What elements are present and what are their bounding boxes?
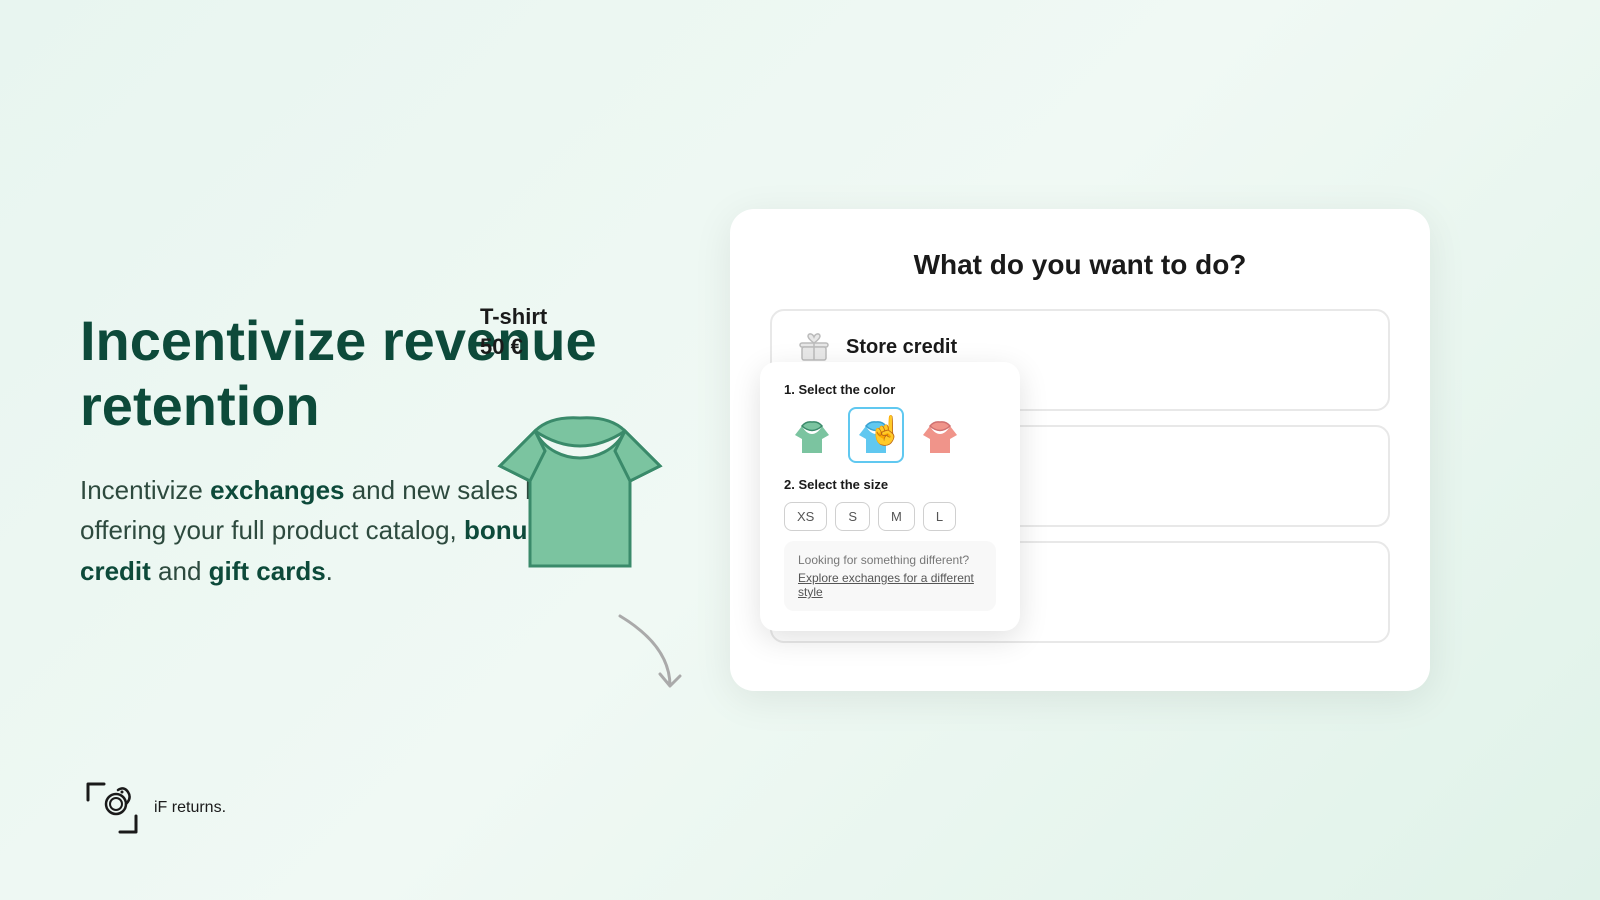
sub-bold-gift: gift cards bbox=[209, 556, 326, 586]
size-xs[interactable]: XS bbox=[784, 502, 827, 531]
size-options: XS S M L bbox=[784, 502, 996, 531]
step2-label: 2. Select the size bbox=[784, 477, 996, 492]
size-m[interactable]: M bbox=[878, 502, 915, 531]
logo: iF returns. bbox=[80, 776, 226, 840]
card-title: What do you want to do? bbox=[770, 249, 1390, 281]
color-option-pink[interactable] bbox=[912, 407, 968, 463]
size-s[interactable]: S bbox=[835, 502, 870, 531]
sub-text-and2: and bbox=[151, 556, 209, 586]
product-price: 50 € bbox=[480, 334, 680, 360]
gift-icon bbox=[796, 329, 832, 365]
logo-text: iF returns. bbox=[154, 799, 226, 817]
right-panel: T-shirt 50 € W bbox=[640, 209, 1520, 691]
cursor-hand-icon: ☝️ bbox=[868, 414, 903, 447]
store-credit-label: Store credit bbox=[846, 336, 957, 359]
sub-text-intro: Incentivize bbox=[80, 475, 210, 505]
size-l[interactable]: L bbox=[923, 502, 956, 531]
color-option-green[interactable] bbox=[784, 407, 840, 463]
color-picker-card: 1. Select the color bbox=[760, 362, 1020, 631]
looking-box: Looking for something different? Explore… bbox=[784, 541, 996, 611]
step1-label: 1. Select the color bbox=[784, 382, 996, 397]
tshirt-image bbox=[480, 376, 680, 596]
sub-bold-exchanges: exchanges bbox=[210, 475, 344, 505]
looking-link[interactable]: Explore exchanges for a different style bbox=[798, 571, 982, 599]
store-credit-header: Store credit bbox=[796, 329, 1364, 365]
looking-text: Looking for something different? bbox=[798, 553, 982, 567]
logo-icon bbox=[80, 776, 144, 840]
arrow-icon bbox=[590, 606, 710, 706]
product-name: T-shirt bbox=[480, 304, 680, 330]
sub-text-period: . bbox=[326, 556, 333, 586]
product-area: T-shirt 50 € bbox=[480, 304, 680, 596]
